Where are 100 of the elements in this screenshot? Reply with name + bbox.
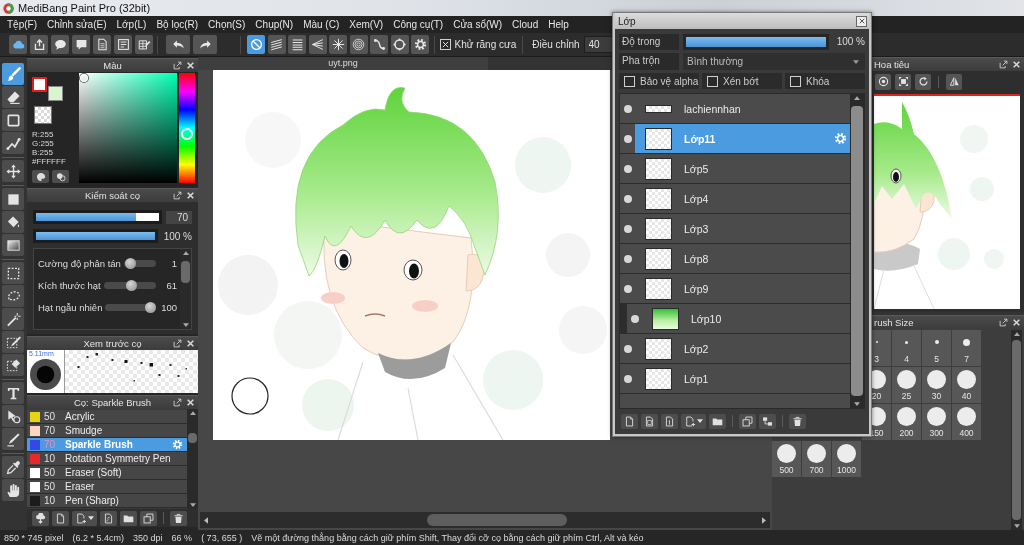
scrollbar-thumb[interactable]	[1012, 340, 1021, 520]
pop-out-icon[interactable]	[173, 191, 182, 200]
toolbar-button[interactable]	[51, 35, 69, 54]
redo-button[interactable]	[193, 35, 217, 54]
brush-size-button[interactable]: 30	[922, 367, 951, 403]
slider-thumb[interactable]	[126, 279, 138, 291]
brush-item[interactable]: 10 Pen (Sharp)	[27, 494, 187, 508]
brush-size-button[interactable]: 5	[922, 330, 951, 366]
scrollbar[interactable]	[1011, 330, 1022, 530]
brush-size-button[interactable]: 40	[952, 367, 981, 403]
scrollbar-thumb[interactable]	[427, 514, 567, 526]
slider-thumb[interactable]	[145, 301, 156, 313]
scrollbar[interactable]	[200, 512, 770, 528]
pop-out-icon[interactable]	[173, 61, 182, 70]
scrollbar-thumb[interactable]	[188, 433, 197, 443]
visibility-dot-icon[interactable]	[623, 254, 632, 263]
menu-item[interactable]: Lớp(L)	[111, 17, 152, 32]
checkbox[interactable]	[790, 75, 801, 87]
arrow-up-icon[interactable]	[182, 251, 189, 255]
toolbar-button[interactable]	[739, 413, 756, 429]
layer-item[interactable]: lachiennhan	[635, 94, 850, 123]
tool-button[interactable]	[2, 234, 24, 256]
arrow-right-icon[interactable]	[762, 516, 766, 524]
toolbar-button[interactable]	[661, 413, 678, 429]
menu-item[interactable]: Bộ lọc(R)	[151, 17, 204, 32]
menu-item[interactable]: Chụp(N)	[250, 17, 299, 32]
scrollbar[interactable]	[850, 94, 864, 408]
checkbox[interactable]	[707, 75, 718, 87]
close-icon[interactable]	[186, 339, 195, 348]
brush-size-button[interactable]: 500	[772, 441, 801, 477]
snap-button[interactable]	[370, 35, 388, 54]
menu-item[interactable]: Cửa sổ(W)	[448, 17, 508, 32]
navigator-button[interactable]	[895, 73, 911, 90]
close-icon[interactable]	[186, 61, 195, 70]
foreground-color-swatch[interactable]	[32, 77, 47, 92]
toolbar-button[interactable]	[32, 510, 49, 526]
arrow-up-icon[interactable]	[1013, 332, 1020, 336]
tool-button[interactable]	[2, 285, 24, 307]
visibility-dot-icon[interactable]	[623, 344, 632, 353]
brush-size-slider[interactable]	[33, 210, 162, 224]
arrow-down-icon[interactable]	[854, 402, 860, 406]
visibility-dot-icon[interactable]	[623, 134, 632, 143]
close-button[interactable]	[856, 15, 867, 27]
slider-track[interactable]	[123, 259, 156, 267]
layer-item[interactable]: Lớp2	[635, 334, 850, 363]
color-history-button[interactable]	[52, 170, 69, 183]
gear-icon[interactable]	[834, 132, 847, 145]
size-input[interactable]: 70	[166, 210, 192, 224]
menu-item[interactable]: Xem(V)	[344, 17, 389, 32]
pop-out-icon[interactable]	[999, 318, 1008, 327]
arrow-down-icon[interactable]	[182, 323, 189, 327]
toolbar-button[interactable]	[759, 413, 776, 429]
tool-button[interactable]	[2, 63, 24, 85]
layer-item[interactable]: Lớp8	[635, 244, 850, 273]
brush-size-button[interactable]: 1000	[832, 441, 861, 477]
brush-size-button[interactable]: 300	[922, 404, 951, 440]
tool-button[interactable]	[2, 331, 24, 353]
snap-button[interactable]	[390, 35, 409, 54]
brush-item[interactable]: 10 Rotation Symmetry Pen	[27, 452, 187, 466]
brush-size-button[interactable]: 4	[892, 330, 921, 366]
brush-size-button[interactable]: 700	[802, 441, 831, 477]
checkbox[interactable]	[624, 75, 635, 87]
snap-button[interactable]	[288, 35, 306, 54]
slider-track[interactable]	[105, 303, 156, 311]
brush-size-button[interactable]: 200	[892, 404, 921, 440]
tool-button[interactable]	[2, 308, 24, 330]
checkbox[interactable]	[439, 39, 451, 50]
close-icon[interactable]	[1012, 60, 1021, 69]
transparent-swatch[interactable]	[34, 106, 52, 124]
toolbar-button[interactable]	[709, 413, 726, 429]
navigator-button[interactable]	[946, 73, 962, 90]
tool-button[interactable]	[2, 188, 24, 210]
palette-button[interactable]	[32, 170, 49, 183]
visibility-dot-icon[interactable]	[623, 194, 632, 203]
arrow-down-icon[interactable]	[189, 503, 196, 507]
correction-input[interactable]: 40	[583, 36, 614, 53]
toolbar-button[interactable]	[30, 35, 48, 54]
undo-button[interactable]	[166, 35, 190, 54]
toolbar-button[interactable]	[170, 510, 187, 526]
tool-button[interactable]	[2, 132, 24, 154]
close-icon[interactable]	[1012, 318, 1021, 327]
scrollbar-thumb[interactable]	[851, 106, 863, 396]
brush-size-button[interactable]: 25	[892, 367, 921, 403]
toolbar-button[interactable]	[72, 35, 90, 54]
tool-button[interactable]	[2, 160, 24, 182]
layer-item[interactable]: Lớp1	[635, 364, 850, 393]
arrow-down-icon[interactable]	[1013, 524, 1020, 528]
arrow-up-icon[interactable]	[854, 96, 860, 100]
visibility-dot-icon[interactable]	[630, 314, 639, 323]
toolbar-button[interactable]	[93, 35, 111, 54]
toolbar-button[interactable]	[52, 510, 69, 526]
arrow-up-icon[interactable]	[189, 411, 196, 415]
brush-item[interactable]: 50 Acrylic	[27, 410, 187, 424]
toolbar-button[interactable]	[641, 413, 658, 429]
layer-item[interactable]: Lớp10	[642, 304, 850, 333]
toolbar-button[interactable]	[120, 510, 137, 526]
brush-size-button[interactable]: 400	[952, 404, 981, 440]
brush-item[interactable]: 50 Eraser (Soft)	[27, 466, 187, 480]
snap-button[interactable]	[308, 35, 327, 54]
navigator-button[interactable]	[915, 73, 931, 90]
